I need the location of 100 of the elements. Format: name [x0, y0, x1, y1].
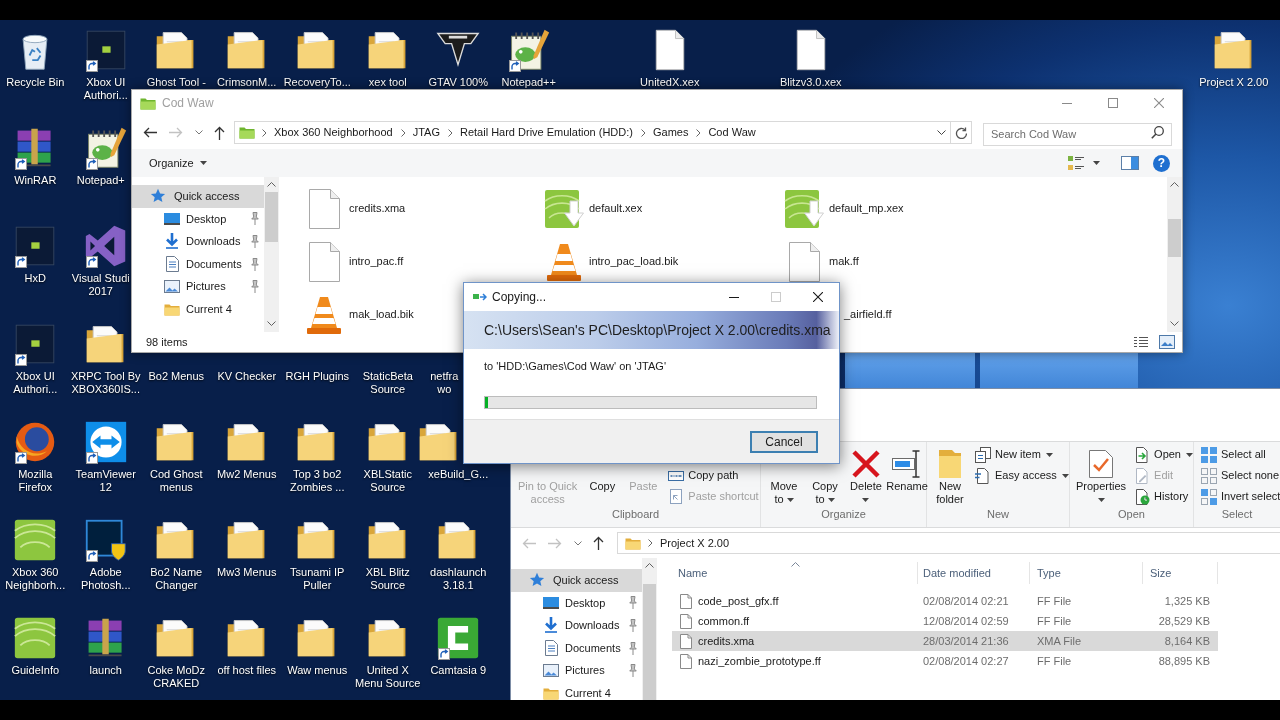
rings-tile-icon[interactable]	[13, 616, 58, 660]
scrollbar[interactable]	[264, 177, 279, 332]
nav-item[interactable]: Pictures	[132, 275, 264, 298]
desktop-icon-label[interactable]: Mw3 Menus	[217, 566, 277, 579]
file-row[interactable]: code_post_gfx.ff 02/08/2014 02:21 FF File 1,325 KB	[672, 591, 1218, 611]
scrollbar[interactable]	[642, 558, 657, 700]
new-item-button[interactable]: New item	[975, 444, 1069, 465]
nav-item[interactable]: Current 4	[511, 681, 642, 700]
file-name[interactable]: intro_pac_load.bik	[589, 253, 679, 270]
desktop-icon-label[interactable]: Camtasia 9	[430, 664, 487, 677]
desktop-icon-label[interactable]: Project X 2.00	[1199, 76, 1269, 89]
traffic-cone-icon[interactable]	[546, 241, 582, 282]
open-button[interactable]: Open	[1134, 444, 1193, 465]
tile-down-arrow-icon[interactable]	[784, 188, 824, 229]
column-header[interactable]: Type	[1030, 562, 1143, 584]
desktop-icon-label[interactable]: dashlaunch 3.18.1	[430, 566, 487, 592]
scrollbar[interactable]	[1167, 177, 1182, 332]
move-to-button[interactable]: Move to	[765, 480, 803, 506]
file-row[interactable]: nazi_zombie_prototype.ff 02/08/2014 02:27 FF File 88,895 KB	[672, 651, 1218, 671]
desktop-icon-label[interactable]: Coke MoDz CRAKED	[147, 664, 205, 690]
desktop-icon-label[interactable]: Recycle Bin	[6, 76, 65, 89]
desktop-icon-label[interactable]: Ghost Tool -	[146, 76, 206, 89]
desktop-icon-label[interactable]: RecoveryTo...	[283, 76, 351, 89]
desktop-icon-label[interactable]: RGH Plugins	[285, 370, 350, 383]
nav-item[interactable]: Downloads	[511, 614, 642, 637]
file-name[interactable]: mak.ff	[829, 253, 859, 270]
copy-button[interactable]: Copy	[583, 480, 622, 493]
file-name[interactable]: default_mp.xex	[829, 200, 904, 217]
desktop-icon-label[interactable]: xex tool	[368, 76, 407, 89]
file-name[interactable]: intro_pac.ff	[349, 253, 404, 270]
file-name[interactable]: _airfield.ff	[844, 306, 892, 323]
ribbon-logo-icon[interactable]	[83, 224, 128, 268]
copy-path-button[interactable]: Copy path	[668, 465, 759, 486]
address-bar[interactable]: Project X 2.00	[617, 532, 1280, 554]
nav-item[interactable]: Quick access	[132, 185, 264, 208]
column-header[interactable]: Name	[672, 562, 918, 584]
desktop-icon-label[interactable]: United X Menu Source	[355, 664, 421, 690]
help-button[interactable]: ?	[1153, 154, 1170, 172]
file-row[interactable]: credits.xma 28/03/2014 21:36 XMA File 8,164 KB	[672, 631, 1218, 651]
desktop-icon-label[interactable]: Tsunami IP Puller	[290, 566, 345, 592]
desktop-icon-label[interactable]: Waw menus	[287, 664, 348, 677]
address-bar[interactable]: Xbox 360 Neighborhood JTAG Retail Hard Drive Emulation (HDD:) Games Cod Waw	[234, 121, 951, 144]
desktop-icon-label[interactable]: WinRAR	[14, 174, 57, 187]
scrollbar-thumb[interactable]	[265, 192, 278, 242]
breadcrumb-item[interactable]: Cod Waw	[707, 124, 757, 141]
desktop-icon-label[interactable]: StaticBeta Source	[362, 370, 413, 396]
nav-item[interactable]: Quick access	[511, 569, 642, 592]
desktop-icon-label[interactable]: GuideInfo	[11, 664, 60, 677]
bracket-tile-icon[interactable]	[436, 616, 481, 660]
nav-item[interactable]: Documents	[132, 252, 264, 276]
nav-item[interactable]: Desktop	[511, 591, 642, 615]
nav-item[interactable]: Desktop	[132, 207, 264, 231]
scrollbar-thumb[interactable]	[1168, 219, 1181, 257]
desktop-icon-label[interactable]: Visual Studi 2017	[71, 272, 130, 298]
file-row[interactable]: common.ff 12/08/2014 02:59 FF File 28,529 KB	[672, 611, 1218, 631]
easy-access-button[interactable]: Easy access	[975, 465, 1069, 486]
desktop-icon-label[interactable]: GTAV 100%	[428, 76, 488, 89]
desktop-icon-label[interactable]: netfra wo	[430, 370, 459, 396]
desktop-icon-label[interactable]: Top 3 bo2 Zombies ...	[290, 468, 345, 494]
desktop-icon-label[interactable]: xeBuild_G...	[428, 468, 489, 481]
file-name[interactable]: default.xex	[589, 200, 643, 217]
breadcrumb-item[interactable]: Xbox 360 Neighborhood	[273, 124, 394, 141]
desktop-icon-label[interactable]: Notepad+	[76, 174, 125, 187]
select-all-button[interactable]: Select all	[1201, 444, 1280, 465]
desktop-icon-label[interactable]: off host files	[217, 664, 276, 677]
copy-to-button[interactable]: Copy to	[806, 480, 844, 506]
nav-item[interactable]: Pictures	[511, 659, 642, 682]
file-name[interactable]: mak_load.bik	[349, 306, 414, 323]
column-header[interactable]: Size	[1143, 562, 1218, 584]
history-button[interactable]: History	[1134, 486, 1193, 507]
desktop-icon-label[interactable]: Blitzv3.0.xex	[779, 76, 842, 89]
desktop-icon-label[interactable]: XBL Blitz Source	[365, 566, 410, 592]
desktop-icon-label[interactable]: Xbox 360 Neighborh...	[5, 566, 66, 592]
desktop-icon-label[interactable]: XBLStatic Source	[363, 468, 412, 494]
shield-tile-icon[interactable]	[83, 518, 128, 562]
nav-item[interactable]: Current 4	[132, 297, 264, 321]
rings-tile-icon[interactable]	[13, 518, 58, 562]
desktop-icon-label[interactable]: Xbox UI Authori...	[13, 370, 58, 396]
desktop-icon-label[interactable]: Mozilla Firefox	[18, 468, 53, 494]
select-none-button[interactable]: Select none	[1201, 465, 1280, 486]
new-folder-button[interactable]: New folder	[931, 442, 969, 506]
desktop-icon-label[interactable]: Xbox UI Authori...	[83, 76, 128, 102]
desktop-icon-label[interactable]: Adobe Photosh...	[80, 566, 131, 592]
desktop-icon-label[interactable]: HxD	[24, 272, 46, 285]
desktop-icon-label[interactable]: Bo2 Menus	[148, 370, 205, 383]
traffic-cone-icon[interactable]	[306, 294, 342, 335]
breadcrumb-item[interactable]: Games	[651, 124, 690, 141]
delete-button[interactable]: Delete	[847, 442, 885, 502]
scrollbar-thumb[interactable]	[643, 584, 656, 700]
cancel-button[interactable]: Cancel	[750, 430, 818, 453]
desktop-icon-label[interactable]: Notepad++	[501, 76, 556, 89]
organize-button[interactable]: Organize	[141, 152, 215, 174]
rename-button[interactable]: Rename	[888, 442, 926, 493]
column-header[interactable]: Date modified	[918, 562, 1030, 584]
desktop-icon-label[interactable]: launch	[89, 664, 122, 677]
desktop-icon-label[interactable]: Cod Ghost menus	[149, 468, 203, 494]
search-field[interactable]: Search Cod Waw	[983, 122, 1172, 146]
breadcrumb-item[interactable]: JTAG	[411, 124, 441, 141]
nav-item[interactable]: Downloads	[132, 230, 264, 253]
breadcrumb-item[interactable]: Retail Hard Drive Emulation (HDD:)	[458, 124, 634, 141]
